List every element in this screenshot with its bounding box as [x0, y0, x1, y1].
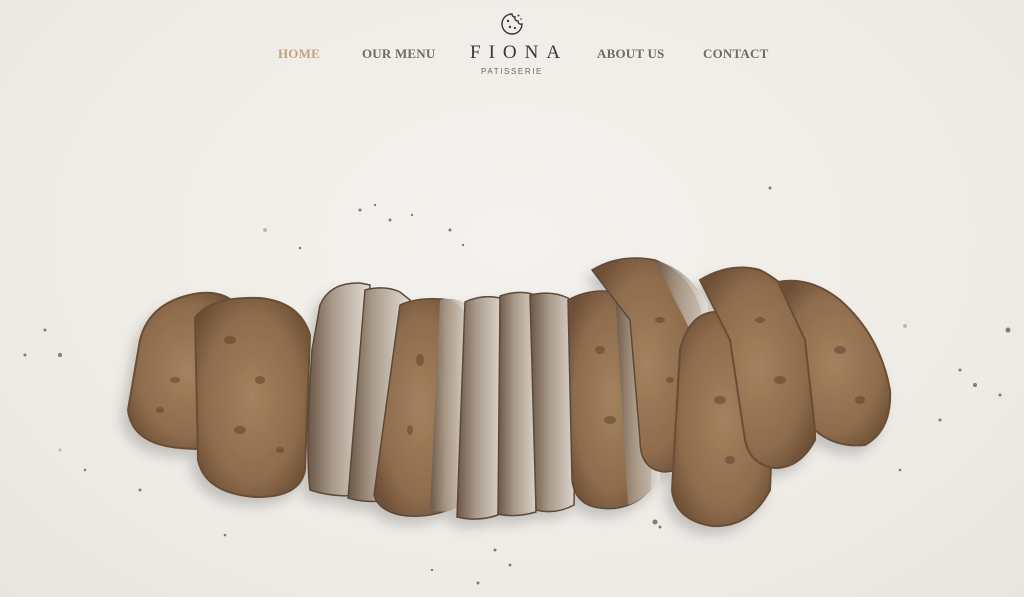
brand-logo[interactable]: FIONA PATISSERIE: [462, 12, 562, 80]
nav-our-menu-link[interactable]: OUR MENU: [362, 46, 435, 62]
cookie-icon: [501, 13, 523, 35]
hero-bread-image: [23, 186, 1011, 585]
brand-name: FIONA: [470, 42, 569, 63]
nav-home-link[interactable]: HOME: [278, 46, 320, 62]
nav-contact-link[interactable]: CONTACT: [703, 46, 768, 62]
nav-about-us-link[interactable]: ABOUT US: [597, 46, 664, 62]
brand-tagline: PATISSERIE: [481, 67, 543, 76]
